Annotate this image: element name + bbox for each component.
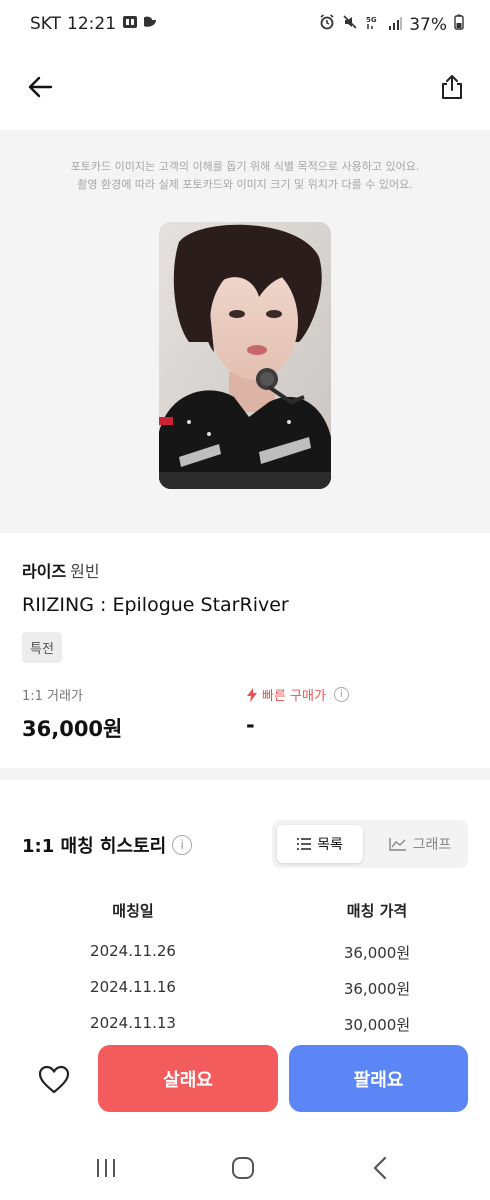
history-title-row: 1:1 매칭 히스토리 i	[22, 832, 193, 858]
system-back-button[interactable]	[368, 1155, 394, 1181]
history-table-header: 매칭일 매칭 가격	[22, 900, 468, 924]
artist-line: 라이즈 원빈	[22, 560, 468, 584]
disclaimer-line-2: 촬영 환경에 따라 실제 포토카드와 이미지 크기 및 위치가 다를 수 있어요…	[77, 178, 413, 191]
back-button[interactable]	[22, 69, 58, 105]
column-header-price: 매칭 가격	[346, 902, 408, 920]
recents-icon	[97, 1159, 115, 1177]
5g-icon: 5G	[365, 14, 381, 35]
photocard-image[interactable]	[159, 222, 331, 489]
battery-level: 37%	[409, 14, 447, 35]
home-button[interactable]	[230, 1155, 256, 1181]
chart-line-icon	[388, 838, 406, 851]
alarm-icon	[319, 14, 335, 35]
section-divider	[0, 768, 490, 780]
table-row: 2024.11.16 36,000원	[22, 978, 468, 1014]
fast-price-info-icon[interactable]: i	[333, 687, 349, 702]
sell-button[interactable]: 팔래요	[289, 1045, 468, 1112]
status-right: 5G 37%	[319, 14, 464, 35]
trade-price-label: 1:1 거래가	[22, 689, 83, 704]
carrier: SKT	[30, 14, 62, 34]
disclaimer-line-1: 포토카드 이미지는 고객의 이해를 돕기 위해 식별 목적으로 사용하고 있어요…	[70, 160, 420, 173]
fast-price-value: -	[246, 713, 255, 737]
toggle-graph-button[interactable]: 그래프	[377, 825, 463, 863]
history-title: 1:1 매칭 히스토리	[22, 836, 167, 857]
album-title: RIIZING : Epilogue StarRiver	[22, 594, 289, 616]
badge-tag: 특전	[22, 632, 62, 663]
recents-button[interactable]	[93, 1155, 119, 1181]
system-navigation-bar	[0, 1135, 490, 1200]
chevron-left-icon	[373, 1156, 387, 1180]
row-price: 36,000원	[343, 944, 411, 962]
price-row: 1:1 거래가 36,000원 빠른 구매가 i -	[22, 685, 468, 745]
view-toggle: 목록 그래프	[272, 820, 468, 868]
status-bar: SKT 12:21 5G 37%	[0, 0, 490, 50]
row-price: 36,000원	[343, 980, 411, 998]
photocard-photo	[159, 222, 331, 489]
top-nav	[0, 55, 490, 120]
row-date: 2024.11.16	[90, 978, 176, 996]
row-date: 2024.11.13	[90, 1014, 176, 1032]
history-rows: 2024.11.26 36,000원 2024.11.16 36,000원 20…	[22, 942, 468, 1050]
fast-price-label-row: 빠른 구매가 i	[246, 685, 349, 704]
fast-price-block: 빠른 구매가 i -	[246, 685, 349, 737]
buy-button[interactable]: 살래요	[98, 1045, 278, 1112]
toggle-list-button[interactable]: 목록	[277, 825, 363, 863]
list-icon	[297, 838, 312, 850]
battery-icon	[454, 14, 464, 35]
image-disclaimer: 포토카드 이미지는 고객의 이해를 돕기 위해 식별 목적으로 사용하고 있어요…	[0, 158, 490, 194]
trade-price-value: 36,000원	[22, 717, 123, 741]
product-info: 라이즈 원빈 RIIZING : Epilogue StarRiver 특전 1:…	[22, 560, 468, 745]
toggle-graph-label: 그래프	[412, 837, 452, 853]
artist-name[interactable]: 라이즈	[22, 562, 66, 581]
history-info-icon[interactable]: i	[172, 835, 193, 855]
fast-price-label: 빠른 구매가	[262, 689, 326, 704]
share-button[interactable]	[434, 69, 470, 105]
heart-icon	[38, 1065, 70, 1094]
signal-icon	[388, 15, 403, 35]
trade-price-block: 1:1 거래가 36,000원	[22, 685, 122, 743]
column-header-date: 매칭일	[112, 902, 154, 920]
clock: 12:21	[67, 14, 117, 34]
bottom-action-bar: 살래요 팔래요	[0, 1038, 490, 1124]
share-icon	[442, 75, 462, 99]
status-left: SKT 12:21	[30, 14, 162, 34]
table-row: 2024.11.26 36,000원	[22, 942, 468, 978]
row-date: 2024.11.26	[90, 942, 176, 960]
photocard-image-section: 포토카드 이미지는 고객의 이해를 돕기 위해 식별 목적으로 사용하고 있어요…	[0, 130, 490, 533]
wishlist-button[interactable]	[36, 1062, 72, 1098]
member-name: 원빈	[70, 562, 100, 581]
home-icon	[232, 1157, 254, 1179]
svg-text:5G: 5G	[366, 16, 377, 24]
notification-icons	[122, 14, 162, 34]
lightning-icon	[247, 687, 257, 702]
arrow-left-icon	[28, 76, 53, 98]
mute-icon	[342, 14, 358, 35]
row-price: 30,000원	[343, 1016, 411, 1034]
toggle-list-label: 목록	[317, 837, 343, 853]
